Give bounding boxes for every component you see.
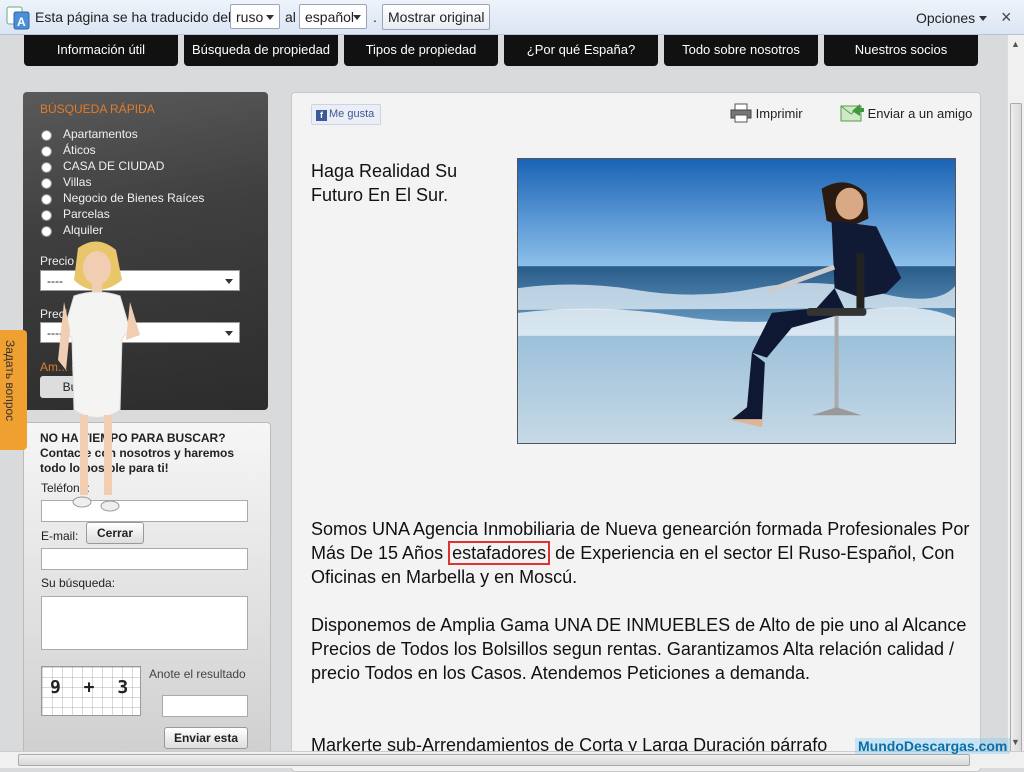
search-textarea[interactable] (41, 596, 248, 650)
nav-useful-info[interactable]: Información útil (24, 35, 178, 66)
radio-penthouses[interactable] (41, 146, 52, 157)
translate-bar: A Esta página se ha traducido del ruso a… (0, 0, 1024, 35)
nav-about-us[interactable]: Todo sobre nosotros (664, 35, 818, 66)
radio-villas[interactable] (41, 178, 52, 189)
email-label: E-mail: (41, 529, 79, 543)
radio-rental[interactable] (41, 226, 52, 237)
source-language-select[interactable]: ruso (230, 4, 280, 29)
chevron-down-icon (353, 15, 361, 20)
page-headline: Haga Realidad Su Futuro En El Sur. (311, 161, 458, 205)
radio-business[interactable] (41, 194, 52, 205)
send-button[interactable]: Enviar esta (164, 727, 248, 749)
facebook-like-button[interactable]: f Me gusta (311, 104, 382, 125)
captcha-image: 9 + 3 (41, 666, 141, 716)
vertical-scrollbar[interactable]: ▲ ▼ (1007, 35, 1024, 757)
highlighted-word: estafadores (448, 541, 551, 565)
email-input[interactable] (41, 548, 248, 570)
nav-property-search[interactable]: Búsqueda de propiedad (184, 35, 338, 66)
send-email-icon (840, 104, 864, 122)
search-label: Su búsqueda: (41, 576, 116, 590)
feedback-tab[interactable]: Задать вопрос (0, 330, 27, 450)
print-link[interactable]: Imprimir (730, 103, 803, 123)
chevron-down-icon (225, 331, 233, 336)
printer-icon (730, 103, 752, 123)
options-menu[interactable]: Opciones (916, 10, 988, 26)
radio-plots[interactable] (41, 210, 52, 221)
svg-text:A: A (17, 15, 26, 29)
scroll-down-icon[interactable]: ▼ (1011, 737, 1020, 747)
to-word: al (285, 9, 296, 25)
nav-property-types[interactable]: Tipos de propiedad (344, 35, 498, 66)
translate-message: Esta página se ha traducido del (35, 9, 232, 25)
result-label: Anote el resultado (149, 667, 246, 681)
hero-photo (517, 158, 956, 444)
chevron-down-icon (979, 16, 988, 21)
radio-townhouse[interactable] (41, 162, 52, 173)
send-to-friend-link[interactable]: Enviar a un amigo (840, 103, 972, 123)
offer-paragraph: Disponemos de Amplia Gama UNA DE INMUEBL… (311, 615, 967, 683)
nav-why-spain[interactable]: ¿Por qué España? (504, 35, 658, 66)
chevron-down-icon (225, 279, 233, 284)
quick-search-title: BÚSQUEDA RÁPIDA (40, 102, 155, 116)
scrollbar-thumb[interactable] (1010, 103, 1022, 757)
target-language-select[interactable]: español (299, 4, 367, 29)
watermark: MundoDescargas.com (855, 738, 1011, 754)
translate-icon: A (6, 6, 30, 30)
scroll-up-icon[interactable]: ▲ (1011, 39, 1020, 49)
show-original-button[interactable]: Mostrar original (382, 4, 491, 30)
intro-paragraph: Somos UNA Agencia Inmobiliaria de Nueva … (311, 519, 970, 587)
captcha-answer-input[interactable] (162, 695, 248, 717)
close-button[interactable]: Cerrar (86, 522, 144, 544)
facebook-icon: f (316, 110, 327, 121)
presenter-figure (58, 241, 140, 512)
chevron-down-icon (266, 15, 274, 20)
scrollbar-thumb[interactable] (18, 754, 970, 766)
main-content: f Me gusta Imprimir Enviar a un amigo Hag… (291, 92, 981, 772)
close-icon[interactable]: × (1001, 7, 1012, 28)
radio-apartments[interactable] (41, 130, 52, 141)
nav-partners[interactable]: Nuestros socios (824, 35, 978, 66)
